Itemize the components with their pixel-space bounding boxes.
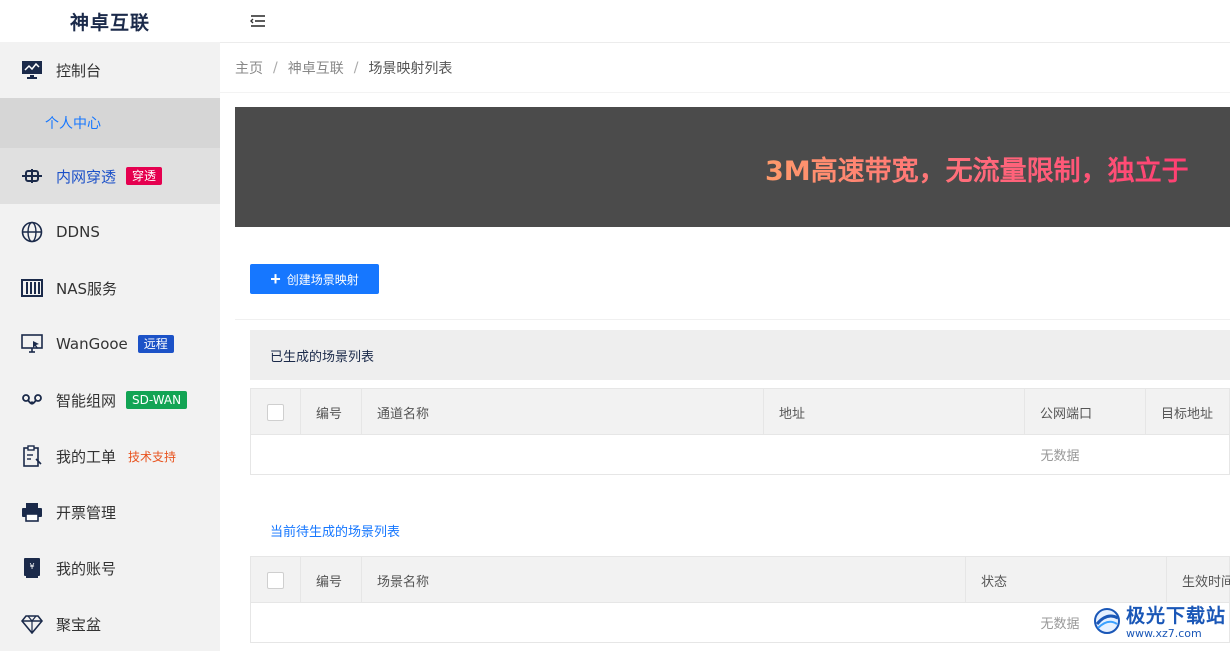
column-header-effective-time[interactable]: 生效时间 [1167,557,1230,603]
sidebar-item-tunnel[interactable]: 内网穿透 穿透 [0,148,220,204]
generated-scenes-table: 编号 通道名称 地址 公网端口 目标地址 无数据 [250,388,1230,475]
sidebar-item-label: 智能组网 [56,391,117,410]
top-bar [220,0,1230,43]
watermark-text: 极光下载站 www.xz7.com [1126,605,1226,641]
column-header-scene-name[interactable]: 场景名称 [362,557,966,603]
select-all-checkbox[interactable] [267,571,284,589]
sidebar-item-label: 我的账号 [56,559,117,578]
table-header: 编号 通道名称 地址 公网端口 目标地址 [251,389,1229,435]
menu-toggle-icon[interactable] [250,13,268,29]
network-icon [20,388,44,412]
table-header-checkbox-cell [251,557,301,603]
ticket-icon [20,444,44,468]
remote-badge: 远程 [137,335,174,353]
promo-banner[interactable]: 3M高速带宽，无流量限制，独立于 [235,107,1230,227]
create-button-label: 创建场景映射 [286,272,359,287]
svg-text:¥: ¥ [29,562,34,571]
sidebar-item-network[interactable]: 智能组网 SD-WAN [0,372,220,428]
watermark: 极光下载站 www.xz7.com [1092,598,1230,648]
breadcrumb-separator: / [273,59,278,76]
divider [235,319,1230,320]
sidebar-item-label: 我的工单 [56,447,117,466]
column-header-public-port[interactable]: 公网端口 [1025,389,1146,435]
account-icon: ¥ [20,556,44,580]
table-empty-row: 无数据 [251,435,1229,474]
sidebar-item-profile[interactable]: 个人中心 [0,98,220,148]
sidebar-item-label: WanGooe [56,335,128,353]
generated-scenes-header: 已生成的场景列表 [250,330,1230,380]
column-header-id[interactable]: 编号 [301,557,362,603]
table-empty-row: 无数据 [251,603,1229,642]
watermark-title: 极光下载站 [1126,605,1227,627]
empty-text: 无数据 [1040,449,1080,464]
breadcrumb-current: 场景映射列表 [368,60,453,77]
section-title: 已生成的场景列表 [270,349,375,365]
column-header-address[interactable]: 地址 [764,389,1025,435]
plus-icon: + [270,269,281,289]
sidebar-item-label: 聚宝盆 [56,615,102,634]
sidebar-item-ticket[interactable]: 我的工单 技术支持 [0,428,220,484]
sidebar-item-ddns[interactable]: DDNS [0,204,220,260]
table-header: 编号 场景名称 状态 生效时间 [251,557,1230,603]
sidebar-item-account[interactable]: ¥ 我的账号 [0,540,220,596]
sidebar-item-label: DDNS [56,223,100,241]
sidebar: 神卓互联 控制台 个人中心 内网穿透 穿透 DDNS NAS服务 WanGooe… [0,0,220,651]
column-header-id[interactable]: 编号 [301,389,362,435]
watermark-url: www.xz7.com [1126,627,1202,640]
column-header-target-address[interactable]: 目标地址 [1146,389,1230,435]
sidebar-item-label: NAS服务 [56,279,118,298]
column-header-channel-name[interactable]: 通道名称 [362,389,764,435]
diamond-icon [20,612,44,636]
watermark-logo-icon [1092,606,1122,640]
banner-text: 3M高速带宽，无流量限制，独立于 [765,149,1189,188]
pending-scenes-table: 编号 场景名称 状态 生效时间 无数据 [250,556,1230,643]
select-all-checkbox[interactable] [267,403,284,421]
support-tag: 技术支持 [128,449,177,464]
sidebar-item-label: 内网穿透 [56,167,117,186]
nas-icon [20,276,44,300]
tunnel-icon [20,164,44,188]
sidebar-item-label: 个人中心 [45,116,101,132]
breadcrumb-home[interactable]: 主页 [235,58,263,78]
breadcrumb-level1[interactable]: 神卓互联 [288,58,344,78]
column-header-status[interactable]: 状态 [966,557,1167,603]
sidebar-item-invoice[interactable]: 开票管理 [0,484,220,540]
brand-title: 神卓互联 [0,0,220,42]
create-scene-mapping-button[interactable]: + 创建场景映射 [250,264,379,294]
dashboard-icon [20,58,44,82]
section-title: 当前待生成的场景列表 [270,524,401,540]
empty-text: 无数据 [1040,617,1080,632]
sidebar-item-treasure[interactable]: 聚宝盆 [0,596,220,651]
sidebar-item-dashboard[interactable]: 控制台 [0,42,220,98]
globe-icon [20,220,44,244]
pending-scenes-header: 当前待生成的场景列表 [250,513,1230,547]
printer-icon [20,500,44,524]
breadcrumb: 主页 / 神卓互联 / 场景映射列表 [220,43,1230,93]
monitor-icon [20,332,44,356]
breadcrumb-separator: / [353,59,359,76]
sidebar-item-label: 控制台 [56,61,102,80]
table-header-checkbox-cell [251,389,301,435]
app-root: 神卓互联 控制台 个人中心 内网穿透 穿透 DDNS NAS服务 WanGooe… [0,0,1230,651]
sidebar-item-wangooe[interactable]: WanGooe 远程 [0,316,220,372]
sdwan-badge: SD-WAN [126,391,188,409]
tunnel-badge: 穿透 [126,167,163,185]
sidebar-item-label: 开票管理 [56,503,117,522]
sidebar-item-nas[interactable]: NAS服务 [0,260,220,316]
